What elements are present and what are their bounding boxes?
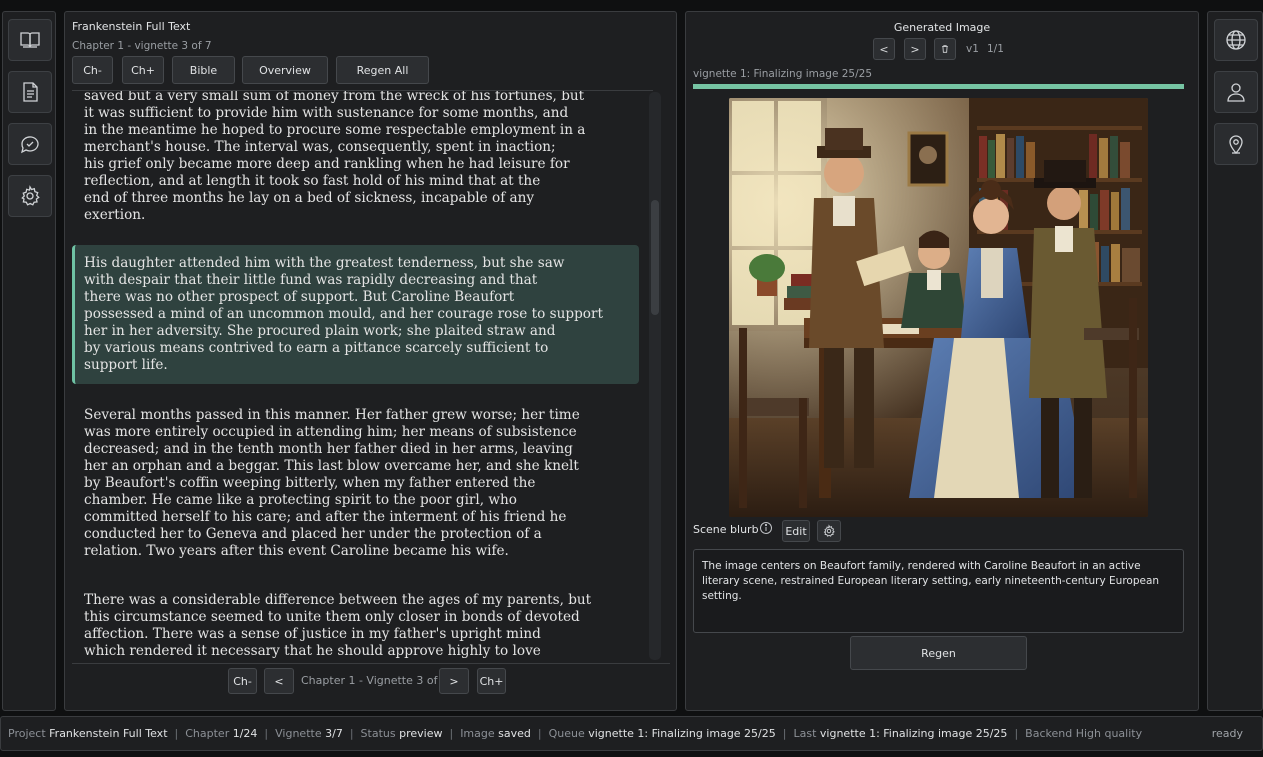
status-ready-label: ready: [1211, 727, 1243, 740]
chat-bubble-icon: [21, 136, 39, 154]
scene-blurb-label: Scene blurb: [693, 523, 759, 536]
user-icon: [1227, 83, 1245, 102]
gear-icon: [21, 185, 40, 206]
blurb-settings-button[interactable]: [817, 520, 841, 542]
bottom-chapter-prev-button[interactable]: Ch-: [228, 668, 257, 694]
rail-button-chat[interactable]: [8, 123, 52, 165]
status-last-value: vignette 1: Finalizing image 25/25: [819, 727, 1008, 740]
vignette-position-label: Chapter 1 - Vignette 3 of 7: [301, 674, 448, 687]
rail-button-document[interactable]: [8, 71, 52, 113]
trash-icon: [942, 45, 948, 53]
status-vignette-key: Vignette: [275, 727, 322, 740]
status-separator: |: [782, 727, 787, 740]
document-icon: [23, 82, 38, 102]
status-status-key: Status: [360, 727, 396, 740]
status-last-key: Last: [793, 727, 817, 740]
progress-fill: [693, 84, 1184, 89]
status-separator: |: [174, 727, 179, 740]
overview-button[interactable]: Overview: [242, 56, 328, 84]
globe-icon: [1226, 30, 1246, 50]
text-panel-subtitle: Chapter 1 - vignette 3 of 7: [72, 40, 212, 52]
info-icon[interactable]: [759, 521, 773, 535]
divider: [72, 663, 670, 664]
scrollbar-thumb[interactable]: [651, 200, 659, 315]
delete-image-button[interactable]: [934, 38, 956, 60]
left-rail: [2, 11, 56, 711]
status-image-key: Image: [460, 727, 495, 740]
status-chapter-key: Chapter: [185, 727, 230, 740]
status-bar: Project Frankenstein Full Text | Chapter…: [0, 716, 1263, 751]
map-pin-icon: [1229, 135, 1243, 154]
progress-label: vignette 1: Finalizing image 25/25: [693, 68, 873, 80]
image-panel-title: Generated Image: [893, 21, 991, 34]
edit-blurb-button[interactable]: Edit: [782, 520, 810, 542]
status-project-value: Frankenstein Full Text: [49, 727, 168, 740]
status-chapter-value: 1/24: [232, 727, 258, 740]
status-separator: |: [537, 727, 542, 740]
regen-all-button[interactable]: Regen All: [336, 56, 429, 84]
text-panel-title: Frankenstein Full Text: [72, 20, 191, 33]
status-backend-key: Backend: [1025, 727, 1073, 740]
image-prev-button[interactable]: <: [873, 38, 895, 60]
right-rail: [1207, 11, 1263, 711]
rail-button-settings[interactable]: [8, 175, 52, 217]
regen-button[interactable]: Regen: [850, 636, 1027, 670]
bottom-vignette-prev-button[interactable]: <: [264, 668, 294, 694]
status-queue-value: vignette 1: Finalizing image 25/25: [588, 727, 776, 740]
text-panel: Frankenstein Full Text Chapter 1 - vigne…: [64, 11, 677, 711]
rail-button-book[interactable]: [8, 19, 52, 61]
generated-image[interactable]: [729, 98, 1148, 517]
chapter-next-button[interactable]: Ch+: [122, 56, 164, 84]
scene-blurb-textarea[interactable]: The image centers on Beaufort family, re…: [693, 549, 1184, 633]
paragraph[interactable]: saved but a very small sum of money from…: [72, 91, 640, 224]
rail-button-globe[interactable]: [1214, 19, 1258, 61]
status-separator: |: [264, 727, 269, 740]
paragraph[interactable]: Several months passed in this manner. He…: [72, 407, 640, 560]
gear-icon: [823, 524, 835, 537]
bottom-chapter-next-button[interactable]: Ch+: [477, 668, 506, 694]
rail-button-user[interactable]: [1214, 71, 1258, 113]
image-next-button[interactable]: >: [904, 38, 926, 60]
paragraph-active[interactable]: His daughter attended him with the great…: [72, 245, 639, 384]
status-separator: |: [1014, 727, 1019, 740]
status-queue-key: Queue: [548, 727, 585, 740]
book-icon: [20, 32, 40, 48]
status-image-value: saved: [498, 727, 531, 740]
progress-bar: [693, 84, 1184, 89]
status-separator: |: [449, 727, 454, 740]
image-panel: Generated Image < > v1 1/1 vignette 1: F…: [685, 11, 1199, 711]
image-version-label: v1: [966, 43, 979, 55]
generated-image-illustration: [729, 98, 1148, 517]
bottom-vignette-next-button[interactable]: >: [439, 668, 469, 694]
paragraph[interactable]: There was a considerable difference betw…: [72, 592, 640, 660]
status-backend-value: High quality: [1075, 727, 1143, 740]
image-count-label: 1/1: [987, 43, 1004, 55]
rail-button-location[interactable]: [1214, 123, 1258, 165]
status-status-value: preview: [399, 727, 443, 740]
scrollbar-track[interactable]: [649, 92, 661, 660]
status-project-key: Project: [8, 727, 46, 740]
status-vignette-value: 3/7: [325, 727, 343, 740]
chapter-prev-button[interactable]: Ch-: [72, 56, 113, 84]
bible-button[interactable]: Bible: [172, 56, 235, 84]
status-separator: |: [349, 727, 354, 740]
text-scroll-area[interactable]: saved but a very small sum of money from…: [72, 90, 653, 662]
